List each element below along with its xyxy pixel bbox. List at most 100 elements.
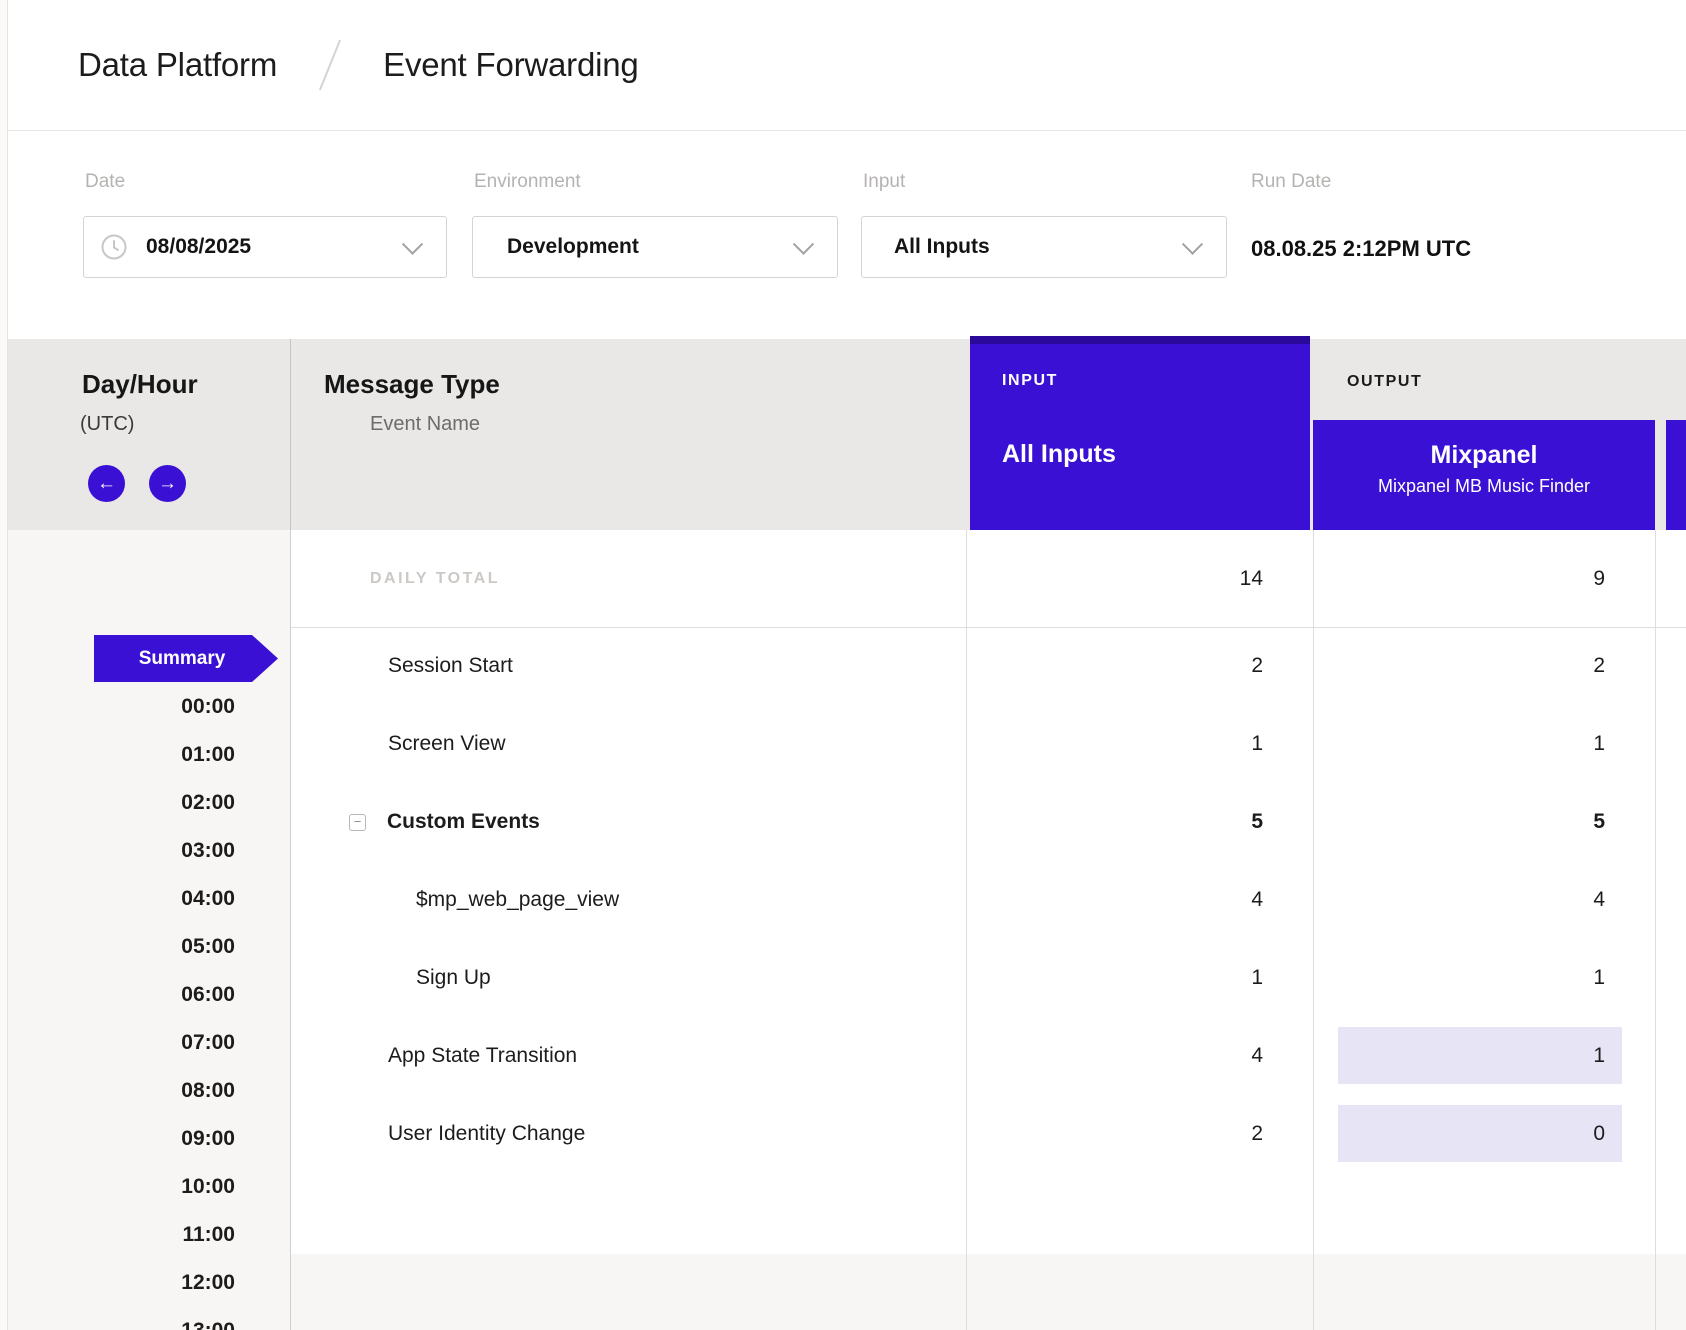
table-row: $mp_web_page_view 4 4 <box>290 861 1686 939</box>
daily-total-label: DAILY TOTAL <box>370 530 500 627</box>
hour-item[interactable]: 01:00 <box>0 731 235 779</box>
input-filter-label: Input <box>863 171 905 193</box>
hour-item[interactable]: 04:00 <box>0 875 235 923</box>
hour-item[interactable]: 03:00 <box>0 827 235 875</box>
message-type-column-title: Message Type <box>324 369 500 400</box>
table-body: Summary 00:00 01:00 02:00 03:00 04:00 05… <box>0 530 1686 1330</box>
input-column-label: INPUT <box>1002 372 1310 390</box>
daily-total-row: DAILY TOTAL 14 9 <box>290 530 1686 627</box>
output-value: 1 <box>1313 939 1655 1017</box>
next-day-button[interactable]: → <box>149 465 186 502</box>
column-border-output-next <box>1655 530 1656 1330</box>
output-value: 1 <box>1313 705 1655 783</box>
output-value: 5 <box>1313 783 1655 861</box>
chevron-down-icon <box>1182 234 1203 255</box>
hour-item[interactable]: 07:00 <box>0 1019 235 1067</box>
hour-item[interactable]: 10:00 <box>0 1163 235 1211</box>
hour-item[interactable]: 13:00 <box>0 1307 235 1330</box>
prev-day-button[interactable]: ← <box>88 465 125 502</box>
input-column-title: All Inputs <box>1002 440 1310 469</box>
daily-total-output-value: 9 <box>1313 530 1655 627</box>
input-select-value: All Inputs <box>894 217 990 277</box>
breadcrumb: Data Platform Event Forwarding <box>0 0 1686 131</box>
day-hour-column-subtitle: (UTC) <box>80 413 134 436</box>
minus-icon: − <box>354 814 362 829</box>
table-row: Sign Up 1 1 <box>290 939 1686 1017</box>
input-value: 2 <box>966 627 1310 705</box>
table-row: App State Transition 4 1 <box>290 1017 1686 1095</box>
daily-total-separator <box>290 627 1686 628</box>
output-value: 4 <box>1313 861 1655 939</box>
input-column-header: INPUT All Inputs <box>970 336 1310 530</box>
chevron-down-icon <box>402 234 423 255</box>
event-name: $mp_web_page_view <box>416 861 619 939</box>
output-column-header-mixpanel: Mixpanel Mixpanel MB Music Finder <box>1313 420 1655 530</box>
input-value: 2 <box>966 1095 1310 1173</box>
clock-icon <box>101 234 127 265</box>
hour-item[interactable]: 06:00 <box>0 971 235 1019</box>
output-value-highlighted: 1 <box>1338 1027 1622 1084</box>
hour-item[interactable]: 09:00 <box>0 1115 235 1163</box>
environment-select[interactable]: Development <box>472 216 838 278</box>
hour-item[interactable]: 08:00 <box>0 1067 235 1115</box>
input-value: 4 <box>966 1017 1310 1095</box>
environment-filter-label: Environment <box>474 171 581 193</box>
run-date-label: Run Date <box>1251 171 1331 193</box>
output-column-subtitle: Mixpanel MB Music Finder <box>1313 476 1655 497</box>
hour-item[interactable]: 02:00 <box>0 779 235 827</box>
output-column-title: Mixpanel <box>1313 440 1655 470</box>
hour-item[interactable]: 11:00 <box>0 1211 235 1259</box>
chevron-down-icon <box>793 234 814 255</box>
hour-item[interactable]: 05:00 <box>0 923 235 971</box>
output-column-header-next-partial <box>1666 420 1686 530</box>
breadcrumb-current-page: Event Forwarding <box>383 46 638 84</box>
hour-item[interactable]: 00:00 <box>0 683 235 731</box>
event-name: User Identity Change <box>388 1095 585 1173</box>
day-hour-rail: Summary 00:00 01:00 02:00 03:00 04:00 05… <box>0 530 290 1330</box>
event-name: Sign Up <box>416 939 491 1017</box>
input-value: 4 <box>966 861 1310 939</box>
input-value: 1 <box>966 705 1310 783</box>
page-left-edge <box>7 0 8 1330</box>
input-select[interactable]: All Inputs <box>861 216 1227 278</box>
input-value: 5 <box>966 783 1310 861</box>
breadcrumb-link-data-platform[interactable]: Data Platform <box>78 46 277 84</box>
table-row-custom-events: − Custom Events 5 5 <box>290 783 1686 861</box>
table-row: Screen View 1 1 <box>290 705 1686 783</box>
event-name: Custom Events <box>387 783 540 861</box>
column-border-message-input <box>966 530 967 1330</box>
day-hour-column-title: Day/Hour <box>82 369 198 400</box>
hour-item[interactable]: 12:00 <box>0 1259 235 1307</box>
date-filter-label: Date <box>85 171 125 193</box>
header-column-divider <box>290 339 291 530</box>
output-section-label: OUTPUT <box>1347 373 1422 391</box>
input-value: 1 <box>966 939 1310 1017</box>
environment-select-value: Development <box>507 217 639 277</box>
arrow-left-icon: ← <box>97 473 116 495</box>
output-value-highlighted: 0 <box>1338 1105 1622 1162</box>
table-footer-band <box>291 1254 1686 1330</box>
hour-list: 00:00 01:00 02:00 03:00 04:00 05:00 06:0… <box>0 683 235 1330</box>
date-select-value: 08/08/2025 <box>146 217 251 277</box>
event-rows: Session Start 2 2 Screen View 1 1 − Cust… <box>290 627 1686 1173</box>
page-left-strip <box>0 0 7 1330</box>
table-row: Session Start 2 2 <box>290 627 1686 705</box>
column-border-input-output <box>1313 530 1314 1330</box>
output-value: 2 <box>1313 627 1655 705</box>
table-header: Day/Hour (UTC) ← → Message Type Event Na… <box>0 339 1686 530</box>
filter-bar: Date Environment Input Run Date 08/08/20… <box>0 131 1686 339</box>
breadcrumb-slash-icon <box>317 37 343 93</box>
event-name: App State Transition <box>388 1017 577 1095</box>
date-select[interactable]: 08/08/2025 <box>83 216 447 278</box>
arrow-right-icon: → <box>158 473 177 495</box>
table-row: User Identity Change 2 0 <box>290 1095 1686 1173</box>
rail-divider <box>290 530 291 1330</box>
run-date-value: 08.08.25 2:12PM UTC <box>1251 236 1471 262</box>
event-forwarding-screen: Data Platform Event Forwarding Date Envi… <box>0 0 1686 1330</box>
message-type-column-subtitle: Event Name <box>370 413 480 436</box>
daily-total-input-value: 14 <box>966 530 1310 627</box>
collapse-toggle[interactable]: − <box>349 814 366 831</box>
event-name: Session Start <box>388 627 513 705</box>
event-name: Screen View <box>388 705 506 783</box>
summary-badge[interactable]: Summary <box>94 635 278 682</box>
